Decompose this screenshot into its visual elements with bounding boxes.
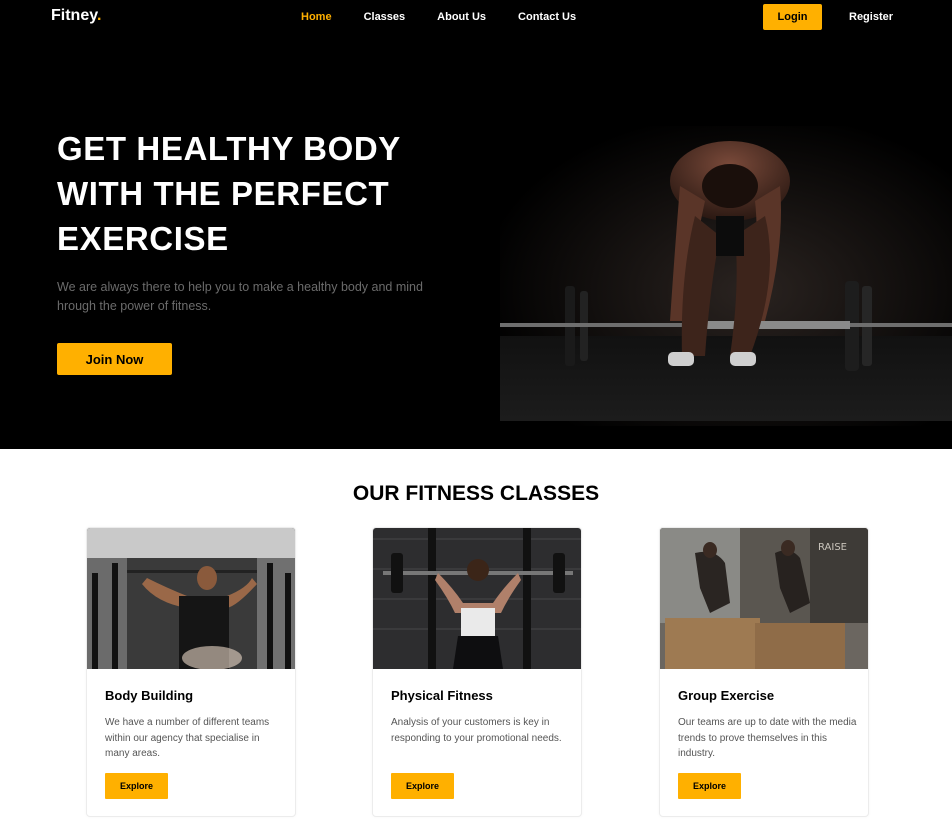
class-card-body-building: Body Building We have a number of differ… bbox=[86, 527, 296, 817]
logo-dot: . bbox=[96, 7, 102, 24]
hero-description: We are always there to help you to make … bbox=[57, 280, 423, 313]
hero-heading-line3: EXERCISE bbox=[57, 220, 229, 257]
box-jump-photo: RAISE bbox=[660, 528, 868, 669]
top-navbar: Fitney. Home Classes About Us Contact Us… bbox=[0, 0, 952, 36]
nav-link-classes[interactable]: Classes bbox=[364, 11, 406, 23]
section-title: OUR FITNESS CLASSES bbox=[352, 482, 600, 505]
hero-heading: GET HEALTHY BODY WITH THE PERFECT EXERCI… bbox=[57, 126, 457, 261]
card-title: Body Building bbox=[105, 688, 194, 703]
hero-section: GET HEALTHY BODY WITH THE PERFECT EXERCI… bbox=[0, 36, 952, 449]
card-description: Analysis of your customers is key in res… bbox=[391, 717, 562, 744]
explore-button[interactable]: Explore bbox=[678, 773, 741, 799]
card-description: Our teams are up to date with the media … bbox=[678, 717, 857, 759]
explore-button[interactable]: Explore bbox=[105, 773, 168, 799]
site-logo[interactable]: Fitney. bbox=[51, 7, 101, 25]
card-title: Physical Fitness bbox=[391, 688, 493, 703]
nav-link-about-us[interactable]: About Us bbox=[437, 11, 486, 23]
hero-heading-line2: WITH THE PERFECT bbox=[57, 175, 390, 212]
wall-text-raise-the-bar: RAISE bbox=[818, 542, 847, 553]
class-card-physical-fitness: Physical Fitness Analysis of your custom… bbox=[372, 527, 582, 817]
class-card-group-exercise: RAISE Group Exercise Our teams are up to… bbox=[659, 527, 869, 817]
register-link[interactable]: Register bbox=[849, 11, 893, 23]
card-title: Group Exercise bbox=[678, 688, 775, 703]
logo-text: Fitney bbox=[51, 7, 97, 24]
lat-pulldown-photo bbox=[87, 528, 295, 669]
nav-link-contact-us[interactable]: Contact Us bbox=[518, 11, 576, 23]
hero-heading-line1: GET HEALTHY BODY bbox=[57, 130, 401, 167]
main-menu: Home Classes About Us Contact Us bbox=[301, 11, 608, 23]
card-description: We have a number of different teams with… bbox=[105, 717, 270, 759]
nav-link-home[interactable]: Home bbox=[301, 11, 332, 23]
weightlifter-deadlift-photo bbox=[430, 36, 952, 449]
overhead-barbell-photo bbox=[373, 528, 581, 669]
explore-button[interactable]: Explore bbox=[391, 773, 454, 799]
join-now-button[interactable]: Join Now bbox=[57, 343, 172, 375]
login-button[interactable]: Login bbox=[763, 4, 822, 30]
